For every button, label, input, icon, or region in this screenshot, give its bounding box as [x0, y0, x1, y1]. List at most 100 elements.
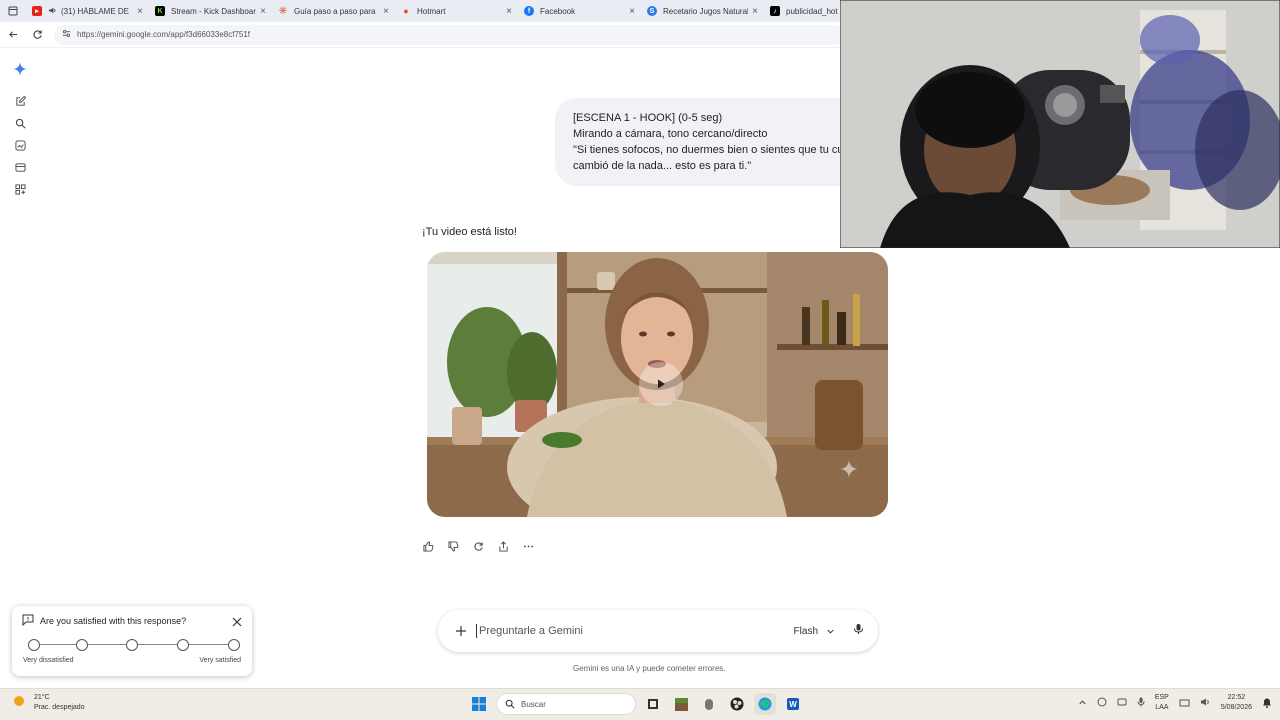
weather-temperature: 21°C [34, 694, 50, 701]
user-prompt-bubble: [ESCENA 1 - HOOK] (0-5 seg) Mirando a cá… [555, 98, 855, 186]
word-icon[interactable]: W [782, 693, 804, 715]
chevron-down-icon [827, 629, 834, 634]
play-button[interactable] [639, 362, 683, 406]
rating-option[interactable] [228, 639, 240, 651]
tab-close-icon[interactable]: × [752, 6, 758, 17]
search-icon[interactable] [8, 112, 32, 134]
speaker-icon[interactable] [48, 6, 57, 17]
more-options-icon[interactable] [519, 538, 537, 554]
share-icon[interactable] [494, 538, 512, 554]
tab-title: Recetario Jugos Natural [663, 6, 749, 16]
model-label: Flash [793, 625, 818, 637]
clock-time: 22:52 [1227, 694, 1246, 701]
feedback-icon [22, 614, 34, 628]
microphone-icon[interactable] [853, 622, 864, 640]
hotmart-icon: ● [403, 6, 409, 16]
clock[interactable]: 22:52 5/08/2026 [1221, 693, 1252, 713]
weather-sun-icon [12, 694, 26, 713]
tab-recetario[interactable]: S Recetario Jugos Natural × [641, 0, 764, 22]
new-chat-icon[interactable] [8, 90, 32, 112]
volume-icon[interactable] [1200, 697, 1211, 709]
tab-close-icon[interactable]: × [260, 6, 266, 17]
tab-title: Hotmart [417, 6, 446, 16]
tab-close-icon[interactable]: × [383, 6, 389, 17]
kick-icon: K [155, 6, 165, 16]
chevron-up-icon[interactable] [1078, 698, 1087, 709]
tab-close-icon[interactable]: × [629, 6, 635, 17]
taskbar-apps: Buscar W [468, 693, 804, 715]
play-icon [658, 379, 665, 389]
network-app-icon[interactable] [1117, 697, 1127, 709]
tab-actions-icon[interactable] [0, 0, 26, 22]
back-icon[interactable] [2, 24, 24, 46]
windows-taskbar: 21°C Prac. despejado Buscar W ESP LAA 22… [0, 688, 1280, 720]
edge-browser-icon[interactable] [754, 693, 776, 715]
tab-close-icon[interactable]: × [506, 6, 512, 17]
notification-icon[interactable] [1262, 697, 1272, 710]
microphone-tray-icon[interactable] [1137, 697, 1145, 709]
task-view-icon[interactable] [642, 693, 664, 715]
webcam-overlay [840, 0, 1280, 248]
prompt-line: Mirando a cámara, tono cercano/directo [573, 128, 768, 140]
survey-question: Are you satisfied with this response? [40, 616, 187, 626]
tiktok-icon: ♪ [770, 6, 780, 16]
prompt-line: "Si tienes sofocos, no duermes bien o si… [573, 144, 844, 156]
tab-facebook[interactable]: f Facebook × [518, 0, 641, 22]
prompt-composer: Flash [438, 610, 878, 652]
lang-bottom: LAA [1155, 704, 1169, 711]
rating-option[interactable] [177, 639, 189, 651]
tab-youtube[interactable]: ▸ (31) HÁBLAME DE × [26, 0, 149, 22]
generated-video-player[interactable] [427, 252, 888, 517]
url-field[interactable]: https://gemini.google.com/app/f3d66033e8… [54, 24, 844, 45]
windows-start-icon[interactable] [468, 693, 490, 715]
thumbs-down-icon[interactable] [444, 538, 462, 554]
taskbar-search[interactable]: Buscar [496, 693, 636, 715]
gemini-side-rail [8, 58, 32, 200]
reload-icon[interactable] [26, 24, 48, 46]
mouse-app-icon[interactable] [698, 693, 720, 715]
tray-app-icon[interactable] [1097, 697, 1107, 709]
apps-icon[interactable] [8, 178, 32, 200]
model-selector[interactable]: Flash [794, 626, 835, 637]
scale-low-label: Very dissatisfied [23, 657, 74, 664]
youtube-icon: ▸ [32, 6, 42, 16]
claude-icon: ✳ [278, 5, 288, 17]
url-text: https://gemini.google.com/app/f3d66033e8… [77, 30, 251, 39]
satisfaction-scale [28, 639, 240, 651]
site-info-icon[interactable] [62, 29, 71, 40]
taskbar-search-placeholder: Buscar [521, 699, 546, 709]
library-icon[interactable] [8, 156, 32, 178]
weather-description: Prac. despejado [34, 704, 85, 711]
prompt-line: [ESCENA 1 - HOOK] (0-5 seg) [573, 112, 723, 124]
prompt-input[interactable] [476, 624, 794, 638]
rating-option[interactable] [28, 639, 40, 651]
webcam-feed-image [840, 0, 1280, 248]
language-indicator[interactable]: ESP LAA [1155, 693, 1169, 713]
minecraft-icon[interactable] [670, 693, 692, 715]
tab-hotmart[interactable]: ● Hotmart × [395, 0, 518, 22]
tab-kick[interactable]: K Stream - Kick Dashboard × [149, 0, 272, 22]
weather-widget[interactable]: 21°C Prac. despejado [12, 693, 85, 713]
tab-title: (31) HÁBLAME DE [61, 6, 130, 16]
tab-claude[interactable]: ✳ Guía paso a paso para × [272, 0, 395, 22]
add-attachment-icon[interactable] [452, 622, 470, 640]
regenerate-icon[interactable] [469, 538, 487, 554]
close-icon[interactable] [232, 614, 242, 632]
rating-option[interactable] [76, 639, 88, 651]
tab-title: Facebook [540, 6, 576, 16]
tab-close-icon[interactable]: × [137, 6, 143, 17]
gemini-watermark-icon [840, 460, 858, 483]
gemini-logo-icon[interactable] [8, 58, 32, 80]
tab-title: Stream - Kick Dashboard [171, 6, 257, 16]
svg-text:W: W [789, 700, 797, 709]
wifi-icon[interactable] [1179, 697, 1190, 709]
gallery-icon[interactable] [8, 134, 32, 156]
search-icon [505, 699, 515, 709]
obs-icon[interactable] [726, 693, 748, 715]
rating-option[interactable] [126, 639, 138, 651]
system-tray: ESP LAA 22:52 5/08/2026 [1078, 693, 1272, 713]
web-icon: S [647, 6, 657, 16]
scale-high-label: Very satisfied [199, 657, 241, 664]
lang-top: ESP [1154, 694, 1169, 701]
thumbs-up-icon[interactable] [419, 538, 437, 554]
